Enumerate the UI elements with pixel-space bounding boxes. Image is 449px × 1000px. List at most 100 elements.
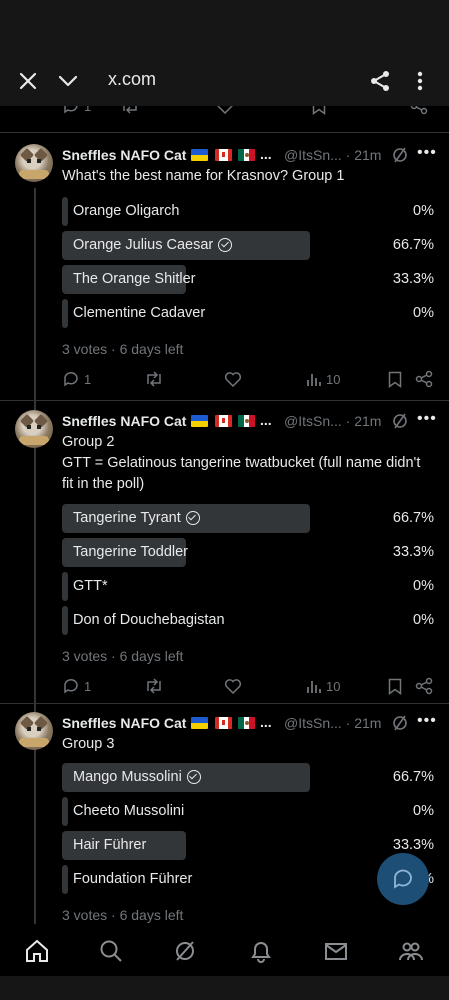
like-icon[interactable]	[216, 106, 234, 116]
author-name[interactable]: Sneffles NAFO Cat	[62, 147, 186, 163]
grok-icon[interactable]	[392, 412, 408, 430]
more-horizontal-icon[interactable]: •••	[417, 144, 437, 162]
compose-icon	[394, 869, 412, 889]
bookmark-icon[interactable]	[312, 106, 326, 116]
share-icon[interactable]	[415, 676, 433, 696]
mail-icon[interactable]	[323, 938, 349, 964]
views-icon[interactable]: 10	[306, 676, 340, 696]
chevron-down-icon[interactable]	[54, 67, 82, 95]
poll-option: Cheeto Mussolini 0%	[62, 797, 434, 826]
share-icon[interactable]	[415, 369, 433, 389]
grok-icon[interactable]	[392, 714, 408, 732]
tweet-header: Sneffles NAFO Cat ... @ItsSn... · 21m ••…	[62, 410, 437, 432]
divider	[0, 703, 449, 704]
ukraine-flag-icon	[191, 717, 208, 729]
poll-option-percent: 0%	[413, 203, 434, 219]
poll-option-percent: 0%	[413, 612, 434, 628]
poll-option-label: Tangerine Tyrant	[73, 510, 200, 526]
like-icon[interactable]	[224, 676, 242, 696]
poll-option-label: Hair Führer	[73, 837, 147, 853]
poll-option: Hair Führer 33.3%	[62, 831, 434, 860]
reply-icon[interactable]: 1	[62, 106, 91, 116]
name-ellipsis: ...	[260, 412, 272, 428]
search-icon[interactable]	[98, 938, 124, 964]
poll-option-label: Orange Julius Caesar	[73, 237, 233, 253]
poll-option-label: Mango Mussolini	[73, 769, 201, 785]
share-icon[interactable]	[410, 106, 428, 116]
home-icon[interactable]	[24, 938, 50, 964]
like-icon[interactable]	[224, 369, 242, 389]
tweet-actions: 1 10	[62, 369, 436, 389]
name-ellipsis: ...	[260, 714, 272, 730]
canada-flag-icon	[215, 149, 232, 161]
more-horizontal-icon[interactable]: •••	[417, 712, 437, 730]
author-name[interactable]: Sneffles NAFO Cat	[62, 715, 186, 731]
share-icon[interactable]	[366, 67, 394, 95]
ukraine-flag-icon	[191, 415, 208, 427]
tweet-header: Sneffles NAFO Cat ... @ItsSn... · 21m ••…	[62, 144, 437, 166]
bell-icon[interactable]	[248, 938, 274, 964]
tweet-text: Group 2 GTT = Gelatinous tangerine twatb…	[62, 432, 432, 495]
avatar[interactable]	[15, 410, 53, 448]
more-vertical-icon[interactable]	[406, 67, 434, 95]
more-horizontal-icon[interactable]: •••	[417, 410, 437, 428]
timeline-feed[interactable]: 1 Sneffles NAFO Cat ... @ItsSn... · 21m	[0, 106, 449, 924]
author-name[interactable]: Sneffles NAFO Cat	[62, 413, 186, 429]
name-ellipsis: ...	[260, 146, 272, 162]
poll-bar	[62, 572, 68, 601]
author-handle[interactable]: @ItsSn... · 21m	[284, 147, 381, 163]
reply-count: 1	[84, 371, 92, 387]
ukraine-flag-icon	[191, 149, 208, 161]
poll-option-percent: 33.3%	[392, 837, 434, 853]
tweet-text-line: Group 2	[62, 434, 115, 450]
prev-tweet-actions: 1	[62, 106, 436, 116]
reply-icon[interactable]: 1	[62, 676, 91, 696]
thread-line	[34, 749, 36, 924]
poll-option: Orange Oligarch 0%	[62, 197, 434, 226]
poll-option-percent: 0%	[413, 803, 434, 819]
poll-option: Tangerine Tyrant 66.7%	[62, 504, 434, 533]
avatar[interactable]	[15, 144, 53, 182]
poll-option-label: Don of Douchebagistan	[73, 612, 225, 628]
repost-icon[interactable]	[144, 676, 164, 696]
view-count: 10	[326, 678, 341, 694]
bookmark-icon[interactable]	[388, 369, 402, 389]
close-icon[interactable]	[14, 67, 42, 95]
check-circle-icon	[218, 238, 233, 252]
divider	[0, 400, 449, 401]
poll-option: The Orange Shitler 33.3%	[62, 265, 434, 294]
check-circle-icon	[186, 770, 201, 784]
canada-flag-icon	[215, 717, 232, 729]
poll-bar	[62, 865, 68, 894]
poll-option-percent: 66.7%	[392, 769, 434, 785]
author-handle[interactable]: @ItsSn... · 21m	[284, 715, 381, 731]
url-label[interactable]: x.com	[108, 69, 156, 90]
repost-icon[interactable]	[120, 106, 140, 116]
poll-option-label: Clementine Cadaver	[73, 305, 206, 321]
views-icon[interactable]: 10	[306, 369, 340, 389]
timestamp: · 21m	[345, 715, 382, 731]
tweet-text: Group 3	[62, 736, 115, 752]
reply-count: 1	[84, 106, 92, 114]
repost-icon[interactable]	[144, 369, 164, 389]
grok-icon[interactable]	[172, 938, 198, 964]
reply-icon[interactable]: 1	[62, 369, 91, 389]
poll-option: Clementine Cadaver 0%	[62, 299, 434, 328]
mexico-flag-icon	[238, 149, 255, 161]
reply-count: 1	[84, 678, 92, 694]
divider	[0, 132, 449, 133]
bookmark-icon[interactable]	[388, 676, 402, 696]
timestamp: · 21m	[345, 413, 382, 429]
author-handle[interactable]: @ItsSn... · 21m	[284, 413, 381, 429]
poll-option-label: Orange Oligarch	[73, 203, 180, 219]
poll-option: Orange Julius Caesar 66.7%	[62, 231, 434, 260]
poll-bar	[62, 797, 68, 826]
thread-line	[34, 188, 36, 410]
avatar[interactable]	[15, 712, 53, 750]
grok-icon[interactable]	[392, 146, 408, 164]
communities-icon[interactable]	[398, 938, 424, 964]
compose-button[interactable]	[377, 853, 429, 905]
tweet-text: What's the best name for Krasnov? Group …	[62, 168, 345, 184]
thread-line	[34, 447, 36, 713]
handle-text: @ItsSn...	[284, 413, 342, 429]
